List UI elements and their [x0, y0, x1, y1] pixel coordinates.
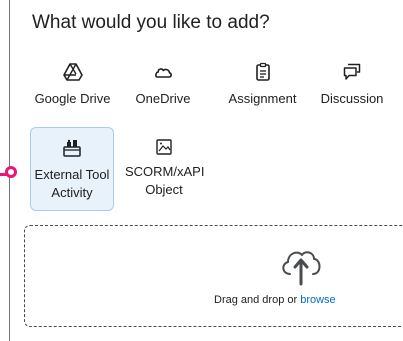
- dropzone-instructions: Drag and drop or: [214, 294, 301, 306]
- connector-handle[interactable]: [5, 166, 17, 178]
- assignment-icon: [255, 62, 270, 81]
- option-assignment[interactable]: Assignment: [220, 62, 305, 108]
- option-label: Discussion: [320, 91, 384, 106]
- option-google-drive[interactable]: Google Drive: [30, 62, 115, 108]
- dropzone-text: Drag and drop or browse: [214, 294, 336, 306]
- add-content-panel: What would you like to add? Google Drive…: [0, 0, 403, 341]
- upload-cloud-icon: [282, 251, 321, 286]
- option-label: Assignment: [228, 91, 297, 106]
- browse-link[interactable]: browse: [300, 294, 335, 306]
- discussion-icon: [343, 63, 361, 80]
- external-tool-icon: [63, 139, 81, 157]
- option-external-tool-activity[interactable]: External Tool Activity: [30, 127, 114, 211]
- option-label: Google Drive: [34, 91, 111, 106]
- option-label: External Tool Activity: [34, 167, 110, 200]
- onedrive-icon: [155, 68, 172, 78]
- option-scorm-xapi-object[interactable]: SCORM/xAPI Object: [125, 137, 205, 199]
- option-onedrive[interactable]: OneDrive: [128, 62, 198, 108]
- option-label: OneDrive: [135, 91, 191, 106]
- scorm-icon: [156, 139, 172, 155]
- file-dropzone[interactable]: [24, 225, 403, 327]
- option-label: SCORM/xAPI Object: [125, 164, 205, 197]
- option-discussion[interactable]: Discussion: [312, 62, 392, 108]
- google-drive-icon: [62, 63, 83, 81]
- dialog-title: What would you like to add?: [32, 12, 270, 33]
